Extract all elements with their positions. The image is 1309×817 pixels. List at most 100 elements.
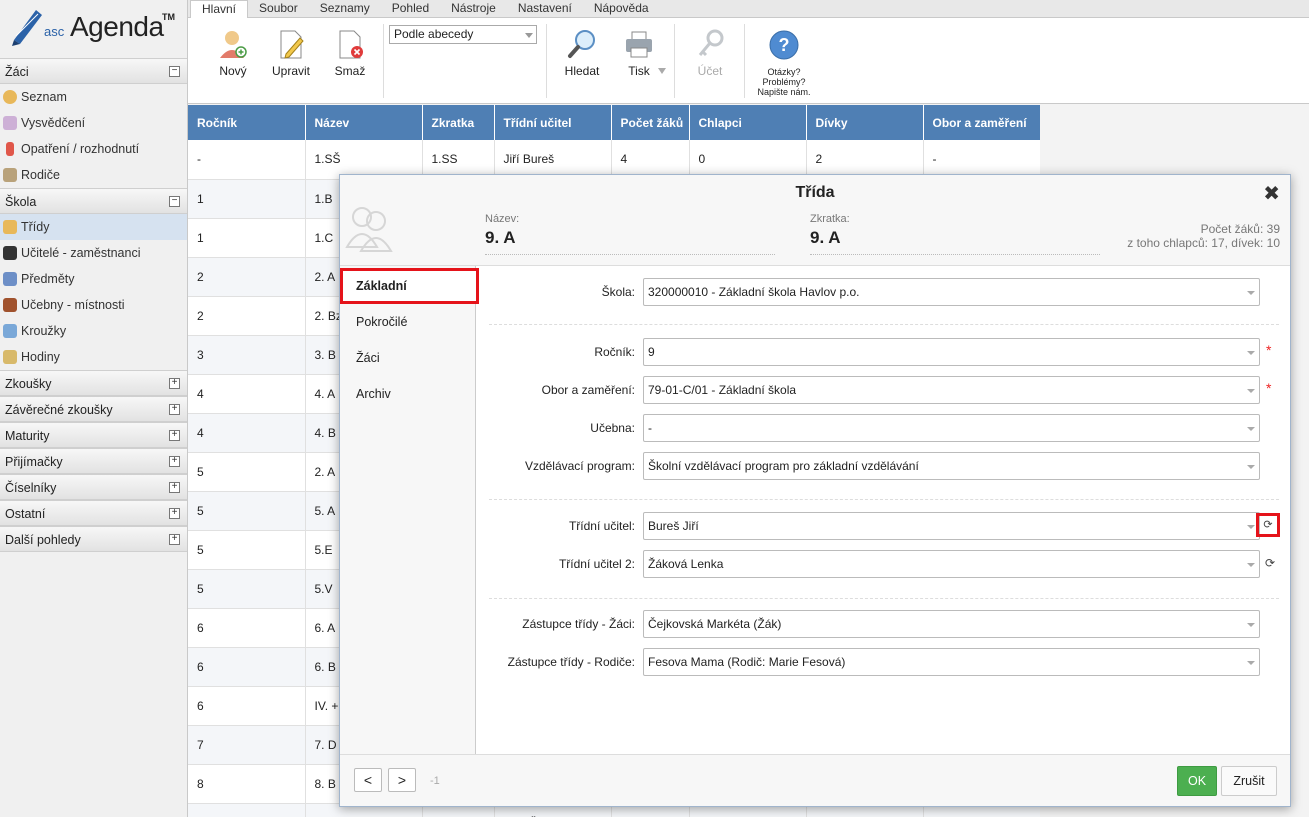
tab-hlavni[interactable]: Hlavní bbox=[190, 0, 249, 19]
sidebar-item-vysvedceni[interactable]: Vysvědčení bbox=[0, 110, 187, 136]
rocnik-select[interactable]: 9 bbox=[643, 338, 1260, 366]
expand-icon[interactable]: + bbox=[169, 508, 180, 519]
next-button[interactable]: > bbox=[388, 768, 416, 792]
print-dropdown-icon[interactable] bbox=[658, 68, 666, 74]
nav-zakladni[interactable]: Základní bbox=[340, 268, 479, 304]
sidebar-item-ucitele[interactable]: Učitelé - zaměstnanci bbox=[0, 240, 187, 266]
toolbar-separator bbox=[744, 24, 745, 98]
nav-zaci[interactable]: Žáci bbox=[340, 340, 475, 376]
expand-icon[interactable]: + bbox=[169, 534, 180, 545]
tridni2-select[interactable]: Žáková Lenka bbox=[643, 550, 1260, 578]
magnifier-icon bbox=[567, 28, 597, 60]
ok-button[interactable]: OK bbox=[1177, 766, 1217, 796]
sidebar-item-rodice[interactable]: Rodiče bbox=[0, 162, 187, 188]
sidebar-item-krouzky[interactable]: Kroužky bbox=[0, 318, 187, 344]
nav-archiv[interactable]: Archiv bbox=[340, 376, 475, 412]
print-button[interactable]: Tisk bbox=[622, 28, 656, 78]
account-button[interactable]: Účet bbox=[692, 28, 728, 78]
section-zaverecne-zkousky[interactable]: Závěrečné zkoušky + bbox=[0, 396, 187, 422]
section-skola[interactable]: Škola − bbox=[0, 188, 187, 214]
toolbar-separator bbox=[383, 24, 384, 98]
zastupce-zaci-label: Zástupce třídy - Žáci: bbox=[522, 617, 635, 631]
sidebar-item-ucebny[interactable]: Učebny - místnosti bbox=[0, 292, 187, 318]
tab-pohled[interactable]: Pohled bbox=[381, 0, 440, 18]
column-header[interactable]: Ročník bbox=[188, 105, 306, 140]
page-number: -1 bbox=[430, 775, 440, 787]
sidebar-item-tridy[interactable]: Třídy bbox=[0, 214, 187, 240]
new-button[interactable]: Nový bbox=[216, 28, 250, 78]
logo-name: Agenda bbox=[70, 11, 164, 42]
column-header[interactable]: Název bbox=[305, 105, 423, 140]
tab-nastaveni[interactable]: Nastavení bbox=[507, 0, 583, 18]
obor-select[interactable]: 79-01-C/01 - Základní škola bbox=[643, 376, 1260, 404]
expand-icon[interactable]: + bbox=[169, 430, 180, 441]
refresh-icon[interactable]: ⟳ bbox=[1256, 513, 1280, 537]
chevron-down-icon bbox=[1247, 291, 1255, 295]
program-select[interactable]: Školní vzdělávací program pro základní v… bbox=[643, 452, 1260, 480]
tab-napoveda[interactable]: Nápověda bbox=[583, 0, 660, 18]
column-header[interactable]: Dívky bbox=[806, 105, 924, 140]
section-ciselniky[interactable]: Číselníky + bbox=[0, 474, 187, 500]
table-cell: 3 bbox=[188, 335, 306, 375]
row-obor: Obor a zaměření: 79-01-C/01 - Základní š… bbox=[477, 376, 1277, 404]
collapse-icon[interactable]: − bbox=[169, 66, 180, 77]
dialog-nav: Základní Pokročilé Žáci Archiv bbox=[340, 266, 479, 754]
search-button[interactable]: Hledat bbox=[562, 28, 602, 78]
prev-button[interactable]: < bbox=[354, 768, 382, 792]
sidebar: asc Agenda TM Žáci − Seznam Vysvědčení O… bbox=[0, 0, 188, 817]
dialog-header: Třída ✖ Název: 9. A Zkratka: 9. A Počet … bbox=[340, 175, 1290, 266]
tab-seznamy[interactable]: Seznamy bbox=[309, 0, 381, 18]
section-zaci-label: Žáci bbox=[5, 65, 29, 79]
sidebar-item-hodiny[interactable]: Hodiny bbox=[0, 344, 187, 370]
obor-value: 79-01-C/01 - Základní škola bbox=[648, 383, 797, 397]
expand-icon[interactable]: + bbox=[169, 378, 180, 389]
sidebar-item-label: Hodiny bbox=[21, 350, 60, 364]
row-tridni: Třídní učitel: Bureš Jiří ⟳ bbox=[477, 512, 1287, 540]
ucebna-select[interactable]: - bbox=[643, 414, 1260, 442]
tridni2-value: Žáková Lenka bbox=[648, 557, 724, 571]
section-maturity[interactable]: Maturity + bbox=[0, 422, 187, 448]
section-zkousky[interactable]: Zkoušky + bbox=[0, 370, 187, 396]
expand-icon[interactable]: + bbox=[169, 482, 180, 493]
delete-document-icon bbox=[335, 28, 365, 60]
zastupce-rodice-select[interactable]: Fesova Mama (Rodič: Marie Fesová) bbox=[643, 648, 1260, 676]
row-tridni2: Třídní učitel 2: Žáková Lenka ⟳ bbox=[477, 550, 1277, 578]
sidebar-item-predmety[interactable]: Předměty bbox=[0, 266, 187, 292]
nav-pokrocile[interactable]: Pokročilé bbox=[340, 304, 475, 340]
header-abbr-value: 9. A bbox=[810, 228, 1100, 255]
zastupce-zaci-select[interactable]: Čejkovská Markéta (Žák) bbox=[643, 610, 1260, 638]
refresh-icon[interactable]: ⟳ bbox=[1265, 556, 1275, 570]
sidebar-item-seznam[interactable]: Seznam bbox=[0, 84, 187, 110]
menu-tabs: Hlavní Soubor Seznamy Pohled Nástroje Na… bbox=[188, 0, 1309, 19]
section-zaci[interactable]: Žáci − bbox=[0, 58, 187, 84]
expand-icon[interactable]: + bbox=[169, 456, 180, 467]
zastupce-rodice-value: Fesova Mama (Rodič: Marie Fesová) bbox=[648, 655, 846, 669]
table-cell: 5 bbox=[188, 530, 306, 570]
column-header[interactable]: Počet žáků bbox=[611, 105, 690, 140]
section-ostatni[interactable]: Ostatní + bbox=[0, 500, 187, 526]
chevron-down-icon bbox=[525, 33, 533, 38]
column-header[interactable]: Zkratka bbox=[422, 105, 495, 140]
collapse-icon[interactable]: − bbox=[169, 196, 180, 207]
section-dalsi-pohledy[interactable]: Další pohledy + bbox=[0, 526, 187, 552]
group-icon bbox=[3, 324, 17, 338]
column-header[interactable]: Chlapci bbox=[689, 105, 807, 140]
tridni-select[interactable]: Bureš Jiří bbox=[643, 512, 1260, 540]
section-prijimacky[interactable]: Přijímačky + bbox=[0, 448, 187, 474]
skola-value: 320000010 - Základní škola Havlov p.o. bbox=[648, 285, 860, 299]
cancel-button[interactable]: Zrušit bbox=[1221, 766, 1277, 796]
column-header[interactable]: Třídní učitel bbox=[494, 105, 612, 140]
help-button[interactable]: ? Otázky? Problémy? Napište nám. bbox=[754, 30, 814, 97]
sort-select[interactable]: Podle abecedy bbox=[389, 25, 537, 44]
section-label: Číselníky bbox=[5, 481, 57, 495]
delete-button[interactable]: Smaž bbox=[332, 28, 368, 78]
tab-soubor[interactable]: Soubor bbox=[248, 0, 309, 18]
column-header[interactable]: Obor a zaměření bbox=[923, 105, 1040, 140]
edit-button[interactable]: Upravit bbox=[270, 28, 312, 78]
close-icon[interactable]: ✖ bbox=[1263, 181, 1280, 206]
expand-icon[interactable]: + bbox=[169, 404, 180, 415]
sidebar-item-opatreni[interactable]: Opatření / rozhodnutí bbox=[0, 136, 187, 162]
skola-select[interactable]: 320000010 - Základní škola Havlov p.o. bbox=[643, 278, 1260, 306]
grid-header-row: Ročník Název Zkratka Třídní učitel Počet… bbox=[188, 105, 1040, 140]
tab-nastroje[interactable]: Nástroje bbox=[440, 0, 507, 18]
